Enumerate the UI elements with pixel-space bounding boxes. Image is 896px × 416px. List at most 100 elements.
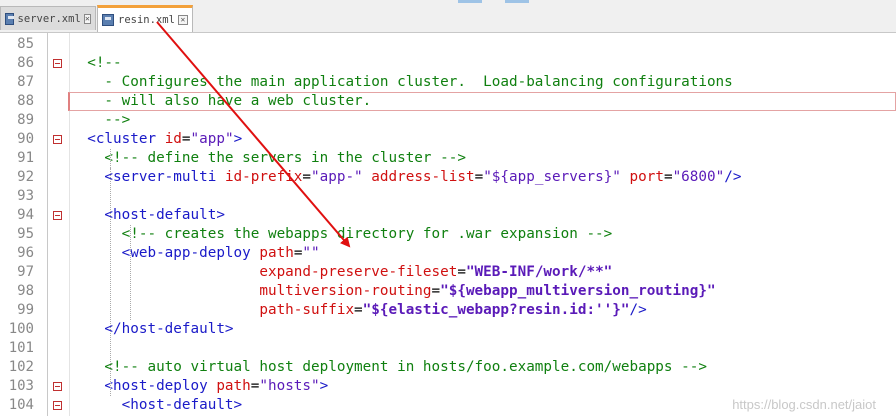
line-number: 102: [8, 359, 34, 375]
code-text: multiversion-routing="${webapp_multivers…: [70, 282, 716, 301]
fold-toggle-icon[interactable]: [53, 401, 62, 410]
tab-label: resin.xml: [118, 14, 175, 26]
code-token: =: [474, 169, 484, 185]
code-text: <!-- define the servers in the cluster -…: [70, 149, 466, 168]
line-number: 95: [17, 226, 34, 242]
code-text: </host-default>: [70, 320, 234, 339]
code-token: "${elastic_webapp?resin.id:''}": [362, 302, 630, 318]
line-number: 91: [17, 150, 34, 166]
code-line[interactable]: 94 <host-default>: [0, 206, 896, 225]
line-number: 86: [17, 55, 34, 71]
code-text: <web-app-deploy path="": [70, 244, 320, 263]
code-token: "hosts": [259, 378, 320, 394]
line-number: 98: [17, 283, 34, 299]
code-token: <!-- creates the webapps directory for .…: [70, 226, 613, 242]
line-number: 103: [8, 378, 34, 394]
code-token: <host-default>: [70, 207, 225, 223]
code-line[interactable]: 85: [0, 35, 896, 54]
fold-toggle-icon[interactable]: [53, 211, 62, 220]
line-number: 89: [17, 112, 34, 128]
code-text: - Configures the main application cluste…: [70, 73, 733, 92]
code-token: </host-default>: [70, 321, 234, 337]
code-token: >: [233, 131, 243, 147]
code-line[interactable]: 95 <!-- creates the webapps directory fo…: [0, 225, 896, 244]
code-token: "app-": [311, 169, 363, 185]
line-number: 96: [17, 245, 34, 261]
tab-server-xml[interactable]: server.xml ✕: [0, 6, 96, 30]
line-number: 101: [8, 340, 34, 356]
code-token: path-suffix: [70, 302, 355, 318]
line-number: 88: [17, 93, 34, 109]
code-token: />: [724, 169, 742, 185]
code-token: id: [164, 131, 182, 147]
code-token: <cluster: [70, 131, 165, 147]
code-token: address-list: [362, 169, 475, 185]
code-text: <!-- auto virtual host deployment in hos…: [70, 358, 707, 377]
code-line[interactable]: 91 <!-- define the servers in the cluste…: [0, 149, 896, 168]
code-token: =: [302, 169, 312, 185]
tab-resin-xml[interactable]: resin.xml ✕: [97, 5, 193, 32]
code-line[interactable]: 98 multiversion-routing="${webapp_multiv…: [0, 282, 896, 301]
code-token: "${app_servers}": [483, 169, 621, 185]
code-line[interactable]: 90 <cluster id="app">: [0, 130, 896, 149]
code-token: - Configures the main application cluste…: [70, 74, 733, 90]
code-text: <host-default>: [70, 396, 243, 415]
code-line[interactable]: 103 <host-deploy path="hosts">: [0, 377, 896, 396]
line-number: 94: [17, 207, 34, 223]
close-icon[interactable]: ✕: [177, 15, 188, 25]
line-number: 99: [17, 302, 34, 318]
code-line[interactable]: 93: [0, 187, 896, 206]
indent-guide: [110, 168, 111, 396]
line-number: 97: [17, 264, 34, 280]
code-token: />: [629, 302, 647, 318]
code-line[interactable]: 97 expand-preserve-fileset="WEB-INF/work…: [0, 263, 896, 282]
code-line[interactable]: 99 path-suffix="${elastic_webapp?resin.i…: [0, 301, 896, 320]
code-token: =: [663, 169, 673, 185]
line-number: 90: [17, 131, 34, 147]
code-token: =: [181, 131, 191, 147]
code-editor[interactable]: 85 86 <!-- 87 - Configures the main applic…: [0, 33, 896, 416]
code-text: expand-preserve-fileset="WEB-INF/work/**…: [70, 263, 612, 282]
file-icon: [102, 14, 114, 26]
line-number: 104: [8, 397, 34, 413]
code-token: "6800": [672, 169, 725, 185]
code-token: <!-- define the servers in the cluster -…: [70, 150, 466, 166]
code-token: =: [431, 283, 441, 299]
code-token: "${webapp_multiversion_routing}": [440, 283, 716, 299]
indent-guide: [130, 225, 131, 320]
code-token: <host-deploy: [70, 378, 217, 394]
code-token: port: [620, 169, 664, 185]
file-icon: [5, 12, 14, 25]
close-icon[interactable]: ✕: [83, 13, 91, 24]
code-token: "WEB-INF/work/**": [465, 264, 613, 280]
fold-toggle-icon[interactable]: [53, 135, 62, 144]
code-text: <cluster id="app">: [70, 130, 242, 149]
tab-bar: server.xml ✕ resin.xml ✕: [0, 0, 896, 33]
fold-toggle-icon[interactable]: [53, 59, 62, 68]
code-text: <host-default>: [70, 206, 225, 225]
code-token: >: [319, 378, 329, 394]
code-token: <web-app-deploy: [70, 245, 260, 261]
watermark: https://blog.csdn.net/jaiot: [732, 397, 876, 412]
code-token: expand-preserve-fileset: [70, 264, 458, 280]
code-token: <host-default>: [70, 397, 243, 413]
code-token: multiversion-routing: [70, 283, 432, 299]
code-line[interactable]: 87 - Configures the main application clu…: [0, 73, 896, 92]
current-line-highlight: [68, 92, 896, 111]
code-line[interactable]: 100 </host-default>: [0, 320, 896, 339]
code-line[interactable]: 92 <server-multi id-prefix="app-" addres…: [0, 168, 896, 187]
code-line[interactable]: 102 <!-- auto virtual host deployment in…: [0, 358, 896, 377]
code-token: id-prefix: [224, 169, 303, 185]
code-token: "app": [190, 131, 234, 147]
code-line[interactable]: 96 <web-app-deploy path="": [0, 244, 896, 263]
code-line[interactable]: 89 -->: [0, 111, 896, 130]
fold-toggle-icon[interactable]: [53, 382, 62, 391]
code-token: "": [302, 245, 320, 261]
code-token: <server-multi: [70, 169, 225, 185]
line-number: 100: [8, 321, 34, 337]
code-text: <server-multi id-prefix="app-" address-l…: [70, 168, 741, 187]
code-token: =: [457, 264, 466, 280]
line-number: 87: [17, 74, 34, 90]
code-line[interactable]: 101: [0, 339, 896, 358]
code-line[interactable]: 86 <!--: [0, 54, 896, 73]
